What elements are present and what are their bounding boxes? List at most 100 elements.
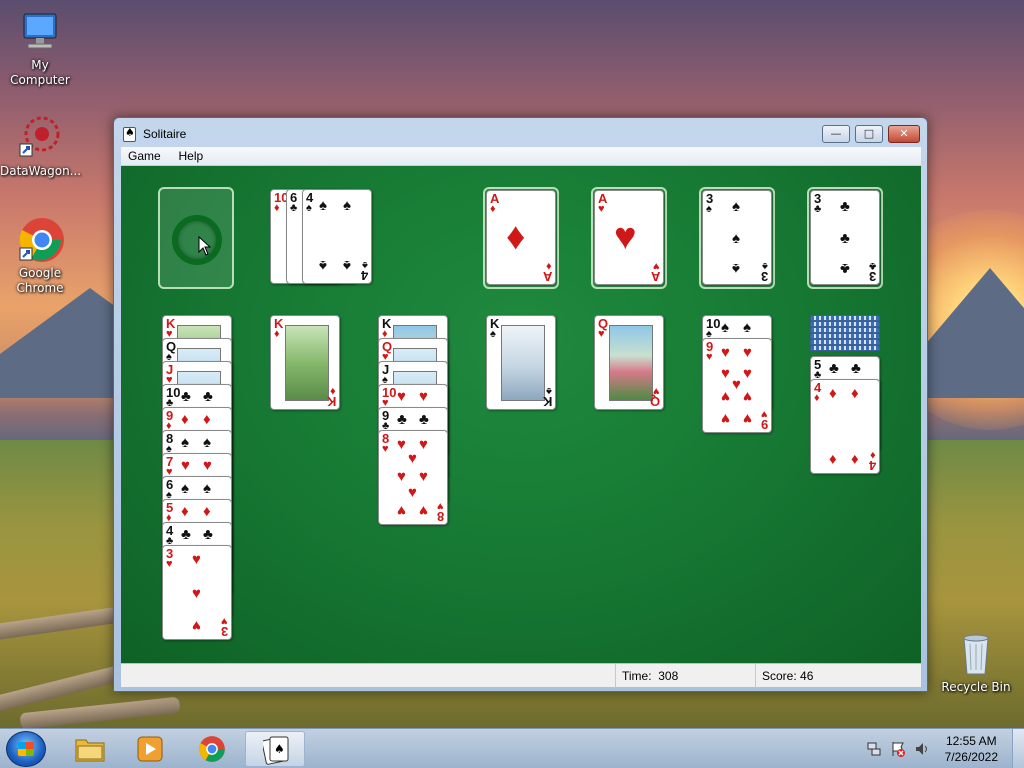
card-pip: ♠ [732, 230, 740, 247]
card-pip: ♥ [419, 436, 428, 453]
card-suit: ♦ [274, 202, 280, 214]
card-suit-bottom: ♦ [330, 385, 336, 397]
card-pip: ♦ [829, 451, 837, 468]
card-pip: ♣ [840, 198, 850, 215]
desktop-icon-label: Recycle Bin [941, 680, 1011, 694]
card-pip: ♥ [614, 216, 637, 258]
foundation-card[interactable]: 3 ♣ ♣ ♣ ♣ 3 ♣ [810, 190, 880, 285]
show-desktop-button[interactable] [1012, 729, 1024, 768]
taskbar-chrome[interactable] [184, 731, 240, 767]
card-pip: ♣ [397, 411, 407, 428]
mouse-cursor-icon [198, 236, 212, 256]
card-suit: ♥ [166, 558, 173, 570]
tableau-card[interactable]: K ♦ K ♦ [270, 315, 340, 410]
card-pip: ♥ [419, 502, 428, 519]
minimize-button[interactable]: — [822, 125, 850, 143]
card-pip: ♦ [203, 503, 211, 520]
card-pip: ♥ [732, 376, 741, 393]
volume-icon[interactable] [914, 741, 930, 757]
card-pip: ♥ [192, 585, 201, 602]
card-pip: ♥ [721, 344, 730, 361]
action-center-flag-icon[interactable] [890, 741, 906, 757]
taskbar-media-player[interactable] [122, 731, 178, 767]
desktop-icon-recycle-bin[interactable]: Recycle Bin [936, 630, 1016, 695]
card-pip: ♦ [851, 385, 859, 402]
tableau-card[interactable]: Q ♥ Q ♥ [594, 315, 664, 410]
card-pip: ♥ [743, 388, 752, 405]
menu-game[interactable]: Game [121, 147, 168, 165]
maximize-button[interactable]: □ [855, 125, 883, 143]
card-pip: ♥ [203, 457, 212, 474]
card-pip: ♠ [732, 198, 740, 215]
window-title: Solitaire [143, 127, 187, 141]
card-suit: ♥ [382, 443, 389, 455]
time-value: 308 [658, 669, 679, 683]
time-label: Time: [622, 669, 652, 683]
media-player-icon [137, 736, 163, 762]
card-pip: ♦ [181, 411, 189, 428]
tableau-card[interactable]: K ♠ K ♠ [486, 315, 556, 410]
foundation-card[interactable]: A ♥ ♥ A ♥ [594, 190, 664, 285]
tableau-card[interactable]: 3 ♥ ♥ ♥ ♥ 3 ♥ [162, 545, 232, 640]
tableau-card[interactable]: 8 ♥ ♥ ♥ ♥ ♥ ♥ ♥ ♥ ♥ 8 ♥ [378, 430, 448, 525]
start-button[interactable] [6, 731, 46, 767]
card-pip: ♥ [397, 436, 406, 453]
card-pip: ♥ [408, 484, 417, 501]
card-pip: ♥ [721, 365, 730, 382]
queen-face-art [609, 325, 653, 401]
card-suit-bottom: ♠ [762, 260, 768, 272]
card-suit: ♥ [706, 351, 713, 363]
card-pip: ♦ [203, 411, 211, 428]
card-pip: ♣ [829, 360, 839, 377]
card-pip: ♥ [397, 502, 406, 519]
card-pip: ♥ [192, 551, 201, 568]
clock-date: 7/26/2022 [944, 750, 998, 764]
stock-pile[interactable] [158, 187, 234, 289]
desktop-icon-my-computer[interactable]: My Computer [0, 8, 80, 88]
desktop-icon-label: DataWagon... [0, 164, 82, 178]
foundation-card[interactable]: 3 ♠ ♠ ♠ ♠ 3 ♠ [702, 190, 772, 285]
status-bar: Time: 308 Score: 46 [121, 663, 921, 688]
card-suit-bottom: ♥ [437, 500, 444, 512]
card-pip: ♥ [743, 365, 752, 382]
card-pip: ♠ [319, 257, 327, 274]
menu-help[interactable]: Help [172, 147, 211, 165]
score-display: Score: 46 [755, 664, 915, 688]
card-pip: ♠ [721, 319, 729, 336]
card-pip: ♣ [419, 411, 429, 428]
card-pip: ♥ [397, 468, 406, 485]
card-pip: ♣ [840, 230, 850, 247]
system-clock[interactable]: 12:55 AM 7/26/2022 [945, 733, 998, 765]
card-pip: ♦ [829, 385, 837, 402]
desktop-icon-google-chrome[interactable]: Google Chrome [0, 216, 80, 296]
card-pip: ♣ [181, 526, 191, 543]
card-pip: ♥ [419, 388, 428, 405]
taskbar-explorer[interactable] [62, 731, 118, 767]
solitaire-app-icon [123, 126, 136, 142]
face-down-card[interactable] [810, 345, 880, 351]
card-suit: ♣ [290, 202, 298, 214]
card-suit-bottom: ♥ [653, 260, 660, 272]
taskbar-solitaire[interactable]: ♠ [245, 731, 305, 767]
card-suit-bottom: ♥ [653, 385, 660, 397]
card-pip: ♠ [203, 434, 211, 451]
waste-card[interactable]: 4 ♠ ♠ ♠ ♠ ♠ 4 ♠ [302, 189, 372, 284]
network-icon[interactable] [866, 741, 882, 757]
card-pip: ♥ [721, 410, 730, 427]
card-pip: ♣ [203, 388, 213, 405]
taskbar: ♠ 12:55 AM 7/26/2022 [0, 728, 1024, 768]
close-button[interactable]: ✕ [888, 125, 920, 143]
tableau-card[interactable]: 9 ♥ ♥ ♥ ♥ ♥ ♥ ♥ ♥ ♥ ♥ 9 ♥ [702, 338, 772, 433]
card-suit: ♥ [598, 203, 605, 215]
foundation-card[interactable]: A ♦ ♦ A ♦ [486, 190, 556, 285]
card-pip: ♣ [840, 260, 850, 277]
tableau-card[interactable]: 4 ♦ ♦ ♦ ♦ ♦ 4 ♦ [810, 379, 880, 474]
game-table[interactable]: 10 ♦ 6 ♣ 4 ♠ ♠ ♠ ♠ ♠ 4 ♠ A ♦ ♦ A ♦ A ♥ ♥… [121, 166, 921, 663]
card-pip: ♣ [203, 526, 213, 543]
score-value: 46 [800, 669, 814, 683]
card-suit: ♣ [814, 203, 822, 215]
card-suit-bottom: ♦ [546, 260, 552, 272]
desktop-icon-datawagon[interactable]: DataWagon... [0, 114, 82, 179]
card-pip: ♥ [743, 410, 752, 427]
title-bar[interactable]: Solitaire — □ ✕ [114, 118, 927, 148]
